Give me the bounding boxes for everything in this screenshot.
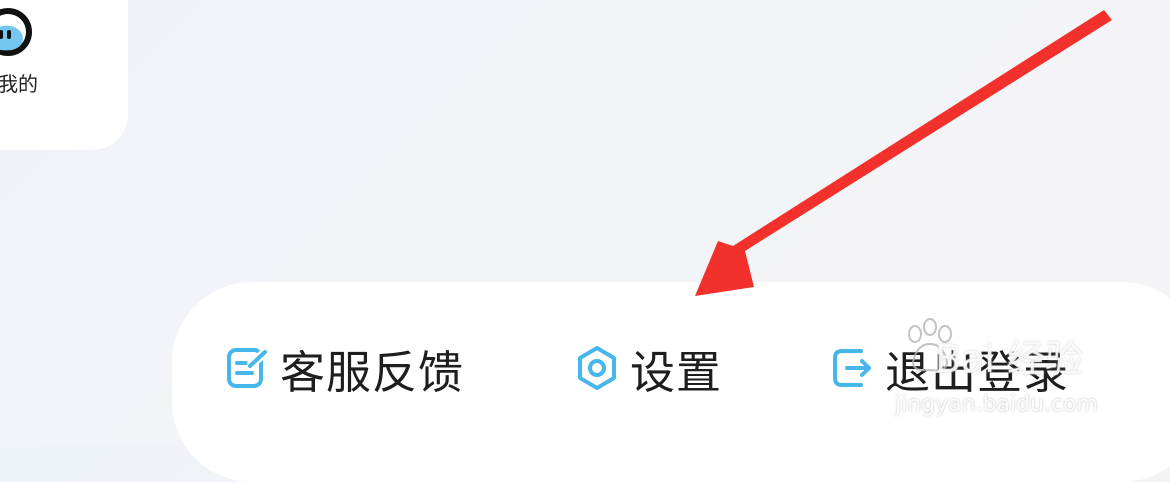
feedback-label: 客服反馈: [280, 345, 465, 399]
settings-label: 设置: [630, 345, 723, 399]
avatar-icon[interactable]: [0, 8, 32, 56]
feedback-menu-item[interactable]: 客服反馈: [226, 340, 464, 399]
logout-icon: [833, 349, 871, 387]
feedback-icon: [227, 348, 269, 388]
settings-menu-item[interactable]: 设置: [574, 340, 722, 399]
logout-menu-item[interactable]: 退出登录: [831, 340, 1069, 399]
settings-icon: [578, 346, 616, 390]
mine-tab-label[interactable]: 我的: [0, 68, 38, 97]
logout-label: 退出登录: [885, 345, 1070, 399]
